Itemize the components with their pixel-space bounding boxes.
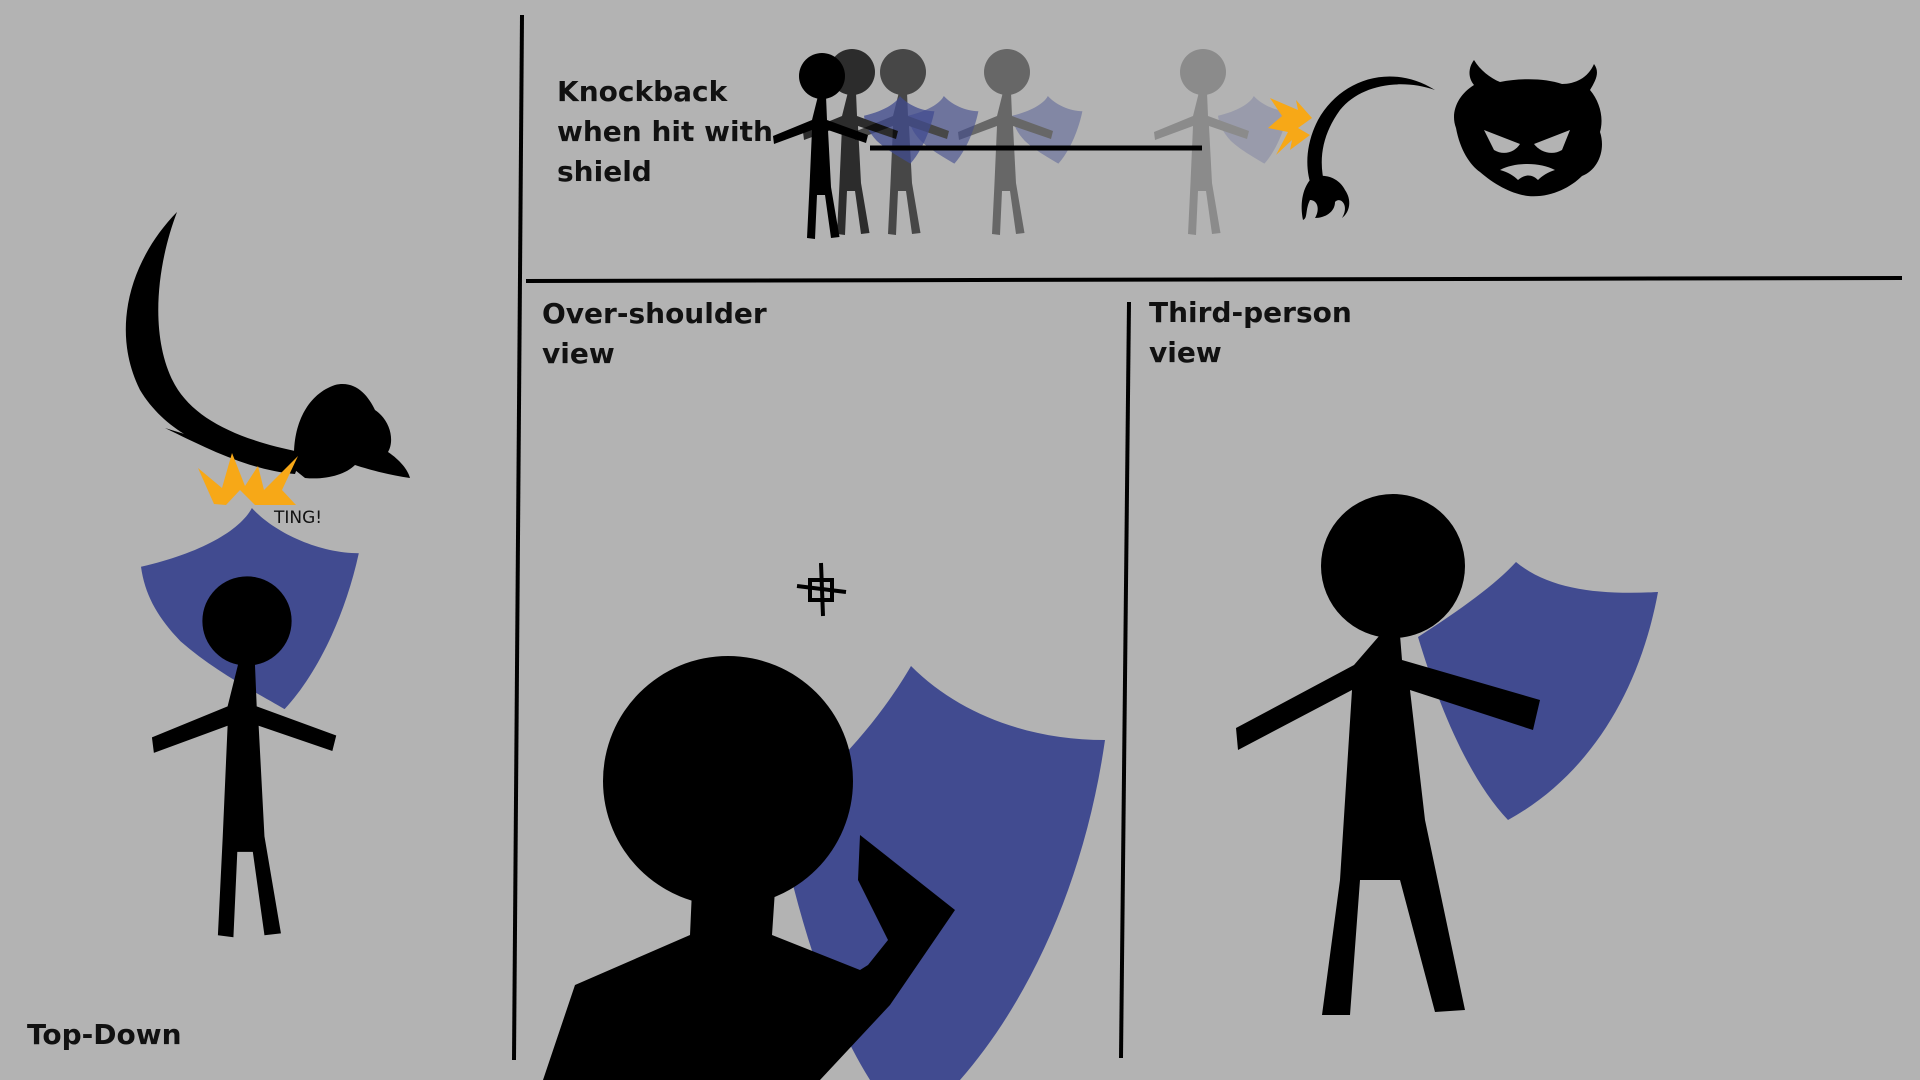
over-shoulder-scene	[543, 562, 1105, 1080]
top-down-scene	[125, 212, 410, 938]
claw-slash-icon	[1301, 76, 1435, 220]
diagram-canvas: Knockback when hit with shield Over-shou…	[0, 0, 1920, 1080]
knockback-ghost-figure	[958, 49, 1083, 235]
claw-slash-icon	[125, 212, 410, 479]
divider-vertical-right	[1119, 301, 1131, 1059]
horned-monster-icon	[1454, 60, 1602, 197]
diagram-drawing	[125, 14, 1903, 1080]
knockback-panel-title: Knockback when hit with shield	[557, 75, 773, 188]
divider-vertical-left	[512, 14, 524, 1061]
over-shoulder-panel-title: Over-shoulder view	[542, 297, 767, 370]
third-person-scene	[1236, 494, 1658, 1015]
top-down-panel-title: Top-Down	[27, 1018, 182, 1051]
knockback-scene	[773, 49, 1602, 239]
knockback-ghost-figure	[1154, 49, 1289, 235]
crosshair-icon	[796, 562, 847, 617]
divider-horizontal	[525, 276, 1903, 283]
impact-sound-text: TING!	[274, 508, 323, 528]
third-person-panel-title: Third-person view	[1149, 296, 1352, 369]
